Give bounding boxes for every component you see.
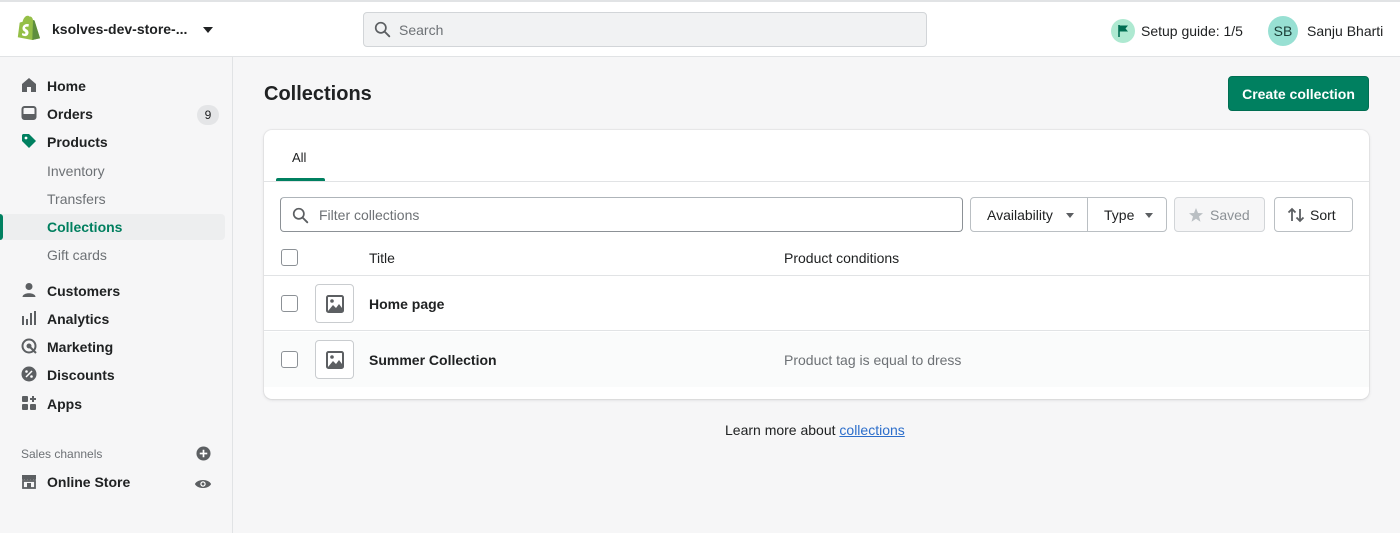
sidebar-item-label: Transfers	[47, 191, 106, 207]
sidebar-item-label: Online Store	[47, 474, 131, 490]
sidebar-item-transfers[interactable]: Transfers	[0, 186, 233, 212]
search-input[interactable]	[399, 14, 909, 45]
sidebar-item-marketing[interactable]: Marketing	[0, 334, 233, 360]
filter-collections-input[interactable]	[319, 199, 949, 230]
discount-icon	[21, 366, 37, 382]
person-icon	[22, 283, 36, 297]
sort-label: Sort	[1310, 207, 1336, 223]
search-icon	[374, 21, 391, 38]
sort-icon	[1287, 207, 1305, 223]
column-header-title: Title	[369, 250, 395, 266]
user-name[interactable]: Sanju Bharti	[1307, 23, 1383, 39]
sidebar-item-label: Apps	[47, 396, 82, 412]
table-row[interactable]: Summer Collection Product tag is equal t…	[264, 332, 1369, 387]
learn-more-text: Learn more about collections	[725, 422, 905, 438]
select-all-checkbox[interactable]	[281, 249, 298, 266]
sidebar: Home Orders 9 Products Inventory Transfe…	[0, 57, 233, 533]
page-title: Collections	[264, 83, 372, 105]
row-checkbox[interactable]	[281, 351, 298, 368]
sidebar-item-label: Customers	[47, 283, 121, 299]
setup-guide-label: Setup guide: 1/5	[1141, 23, 1243, 39]
tab-all[interactable]: All	[276, 130, 325, 182]
search-bar[interactable]	[363, 12, 927, 47]
sidebar-item-inventory[interactable]: Inventory	[0, 158, 233, 184]
target-icon	[21, 338, 37, 354]
availability-label: Availability	[987, 207, 1053, 223]
sidebar-item-collections[interactable]: Collections	[0, 214, 225, 240]
sidebar-item-label: Analytics	[47, 311, 110, 327]
collections-card: All Availability Type Saved Sort Title P…	[264, 130, 1369, 399]
availability-filter-button[interactable]: Availability	[970, 197, 1088, 232]
create-collection-button[interactable]: Create collection	[1228, 76, 1369, 111]
apps-icon	[22, 396, 36, 410]
type-filter-button[interactable]: Type	[1087, 197, 1167, 232]
table-row[interactable]: Home page	[264, 276, 1369, 331]
type-label: Type	[1104, 207, 1135, 223]
row-checkbox[interactable]	[281, 295, 298, 312]
sidebar-item-products[interactable]: Products	[0, 129, 233, 155]
collections-help-link[interactable]: collections	[839, 422, 904, 438]
tag-icon	[22, 134, 36, 148]
tab-label: All	[292, 150, 307, 165]
image-placeholder-icon	[315, 284, 354, 323]
bar-chart-icon	[22, 311, 36, 325]
sidebar-item-label: Orders	[47, 106, 93, 122]
sidebar-item-label: Products	[47, 134, 108, 150]
sidebar-item-label: Home	[47, 78, 86, 94]
store-icon	[22, 475, 36, 489]
sidebar-item-label: Discounts	[47, 367, 115, 383]
sidebar-item-customers[interactable]: Customers	[0, 278, 233, 304]
top-bar: ksolves-dev-store-... Setup guide: 1/5 S…	[0, 0, 1400, 57]
sidebar-item-discounts[interactable]: Discounts	[0, 362, 233, 388]
orders-icon	[21, 106, 37, 120]
search-icon	[292, 207, 309, 224]
sidebar-item-label: Gift cards	[47, 247, 107, 263]
learn-more-prefix: Learn more about	[725, 422, 840, 438]
add-sales-channel-icon[interactable]	[196, 446, 211, 461]
orders-count-badge: 9	[197, 105, 219, 125]
product-conditions: Product tag is equal to dress	[784, 352, 962, 368]
column-header-product-conditions: Product conditions	[784, 250, 900, 266]
caret-down-icon	[1066, 213, 1074, 218]
home-icon	[22, 78, 36, 92]
sales-channels-heading: Sales channels	[21, 447, 103, 461]
sidebar-item-label: Marketing	[47, 339, 114, 355]
chevron-down-icon[interactable]	[203, 27, 213, 33]
eye-icon[interactable]	[194, 477, 212, 491]
store-name[interactable]: ksolves-dev-store-...	[52, 21, 187, 37]
saved-button[interactable]: Saved	[1174, 197, 1265, 232]
sidebar-item-orders[interactable]: Orders 9	[0, 101, 233, 127]
saved-label: Saved	[1210, 207, 1250, 223]
collection-title-link[interactable]: Home page	[369, 296, 444, 312]
sort-button[interactable]: Sort	[1274, 197, 1353, 232]
sidebar-item-label: Inventory	[47, 163, 105, 179]
filter-bar[interactable]	[280, 197, 963, 232]
tab-active-underline	[276, 178, 325, 181]
setup-guide-button[interactable]: Setup guide: 1/5	[1111, 18, 1243, 44]
sidebar-item-analytics[interactable]: Analytics	[0, 306, 233, 332]
star-icon	[1189, 208, 1203, 222]
sidebar-item-home[interactable]: Home	[0, 73, 233, 99]
flag-icon	[1111, 19, 1135, 43]
collection-title-link[interactable]: Summer Collection	[369, 352, 497, 368]
sidebar-item-gift-cards[interactable]: Gift cards	[0, 242, 233, 268]
image-placeholder-icon	[315, 340, 354, 379]
sidebar-item-label: Collections	[47, 219, 123, 235]
sidebar-item-apps[interactable]: Apps	[0, 391, 233, 417]
avatar[interactable]: SB	[1268, 16, 1298, 46]
tab-bar: All	[264, 130, 1369, 182]
shopify-logo-icon[interactable]	[17, 15, 41, 43]
caret-down-icon	[1145, 213, 1153, 218]
active-indicator	[0, 214, 3, 240]
